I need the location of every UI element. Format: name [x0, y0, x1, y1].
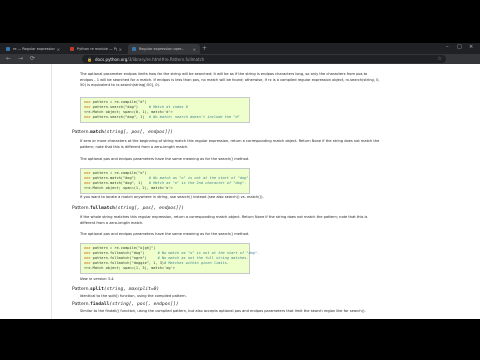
bookmark-star-icon[interactable]: ☆	[438, 55, 442, 63]
split-description: Identical to the split() function, using…	[80, 294, 187, 298]
close-icon[interactable]: ×	[57, 47, 60, 52]
match-search-note: If you want to locate a match anywhere i…	[80, 195, 264, 199]
fullmatch-signature: Pattern.fullmatch(string[, pos[, endpos]…	[72, 206, 185, 211]
python-favicon-icon	[132, 47, 136, 51]
red-favicon-icon	[70, 47, 74, 51]
tab-re-docs[interactable]: re — Regular expression ope... ×	[2, 44, 64, 54]
url-text: docs.python.org/3/library/re.html#re.Pat…	[94, 56, 205, 62]
close-window-button[interactable]: ×	[469, 44, 473, 50]
toolbar: ← → ⟳ 🔒 docs.python.org/3/library/re.htm…	[0, 54, 480, 64]
search-code-example: >>> pattern = re.compile("d") >>> patter…	[80, 97, 250, 123]
documentation-page: The optional parameter endpos limits how…	[0, 64, 480, 319]
findall-description: Similar to the findall() function, using…	[80, 309, 366, 313]
split-signature: Pattern.split(string, maxsplit=0)	[72, 287, 160, 292]
minimize-button[interactable]: –	[446, 44, 449, 50]
fullmatch-description: If the whole string matches this regular…	[80, 215, 368, 225]
match-signature: Pattern.match(string[, pos[, endpos]])	[72, 130, 173, 135]
tab-label: Regular expression oper...	[139, 47, 185, 51]
tab-active-regex[interactable]: Regular expression oper... ×	[128, 44, 200, 54]
forward-button[interactable]: →	[18, 55, 23, 63]
lock-icon: 🔒	[87, 56, 92, 62]
tab-label: re — Regular expression ope...	[13, 47, 55, 51]
code-line: <re.Match object; span=(1, 3), match='og…	[84, 266, 175, 270]
browser-window: re — Regular expression ope... × Python …	[0, 43, 480, 319]
code-line: >>> pattern.search("dog", 1) # No match;…	[84, 115, 240, 119]
tab-python-tutorial[interactable]: Python re module — Python Tut... ×	[66, 44, 126, 54]
close-icon[interactable]: ×	[119, 47, 122, 52]
new-tab-button[interactable]: +	[202, 45, 207, 52]
code-line: <re.Match object; span=(1, 2), match='o'…	[84, 186, 173, 190]
video-frame: re — Regular expression ope... × Python …	[0, 0, 480, 360]
findall-signature: Pattern.findall(string[, pos[, endpos]])	[72, 302, 179, 307]
python-favicon-icon	[6, 47, 10, 51]
sidebar-divider	[51, 64, 52, 319]
reload-button[interactable]: ⟳	[30, 55, 35, 63]
tab-label: Python re module — Python Tut...	[77, 47, 117, 51]
match-description: If zero or more characters at the beginn…	[80, 139, 380, 149]
fullmatch-params-note: The optional pos and endpos parameters h…	[80, 232, 250, 236]
match-params-note: The optional pos and endpos parameters h…	[80, 157, 250, 161]
close-icon[interactable]: ×	[193, 47, 196, 52]
maximize-button[interactable]: □	[457, 44, 462, 50]
back-button[interactable]: ←	[6, 55, 11, 63]
fullmatch-code-example: >>> pattern = re.compile("o[gh]") >>> pa…	[80, 243, 259, 274]
search-endpos-paragraph: The optional parameter endpos limits how…	[80, 72, 380, 88]
address-bar[interactable]: 🔒 docs.python.org/3/library/re.html#re.P…	[82, 55, 446, 63]
match-code-example: >>> pattern = re.compile("o") >>> patter…	[80, 168, 251, 194]
version-added-note: New in version 3.4.	[80, 277, 115, 281]
tab-strip: re — Regular expression ope... × Python …	[0, 43, 480, 54]
